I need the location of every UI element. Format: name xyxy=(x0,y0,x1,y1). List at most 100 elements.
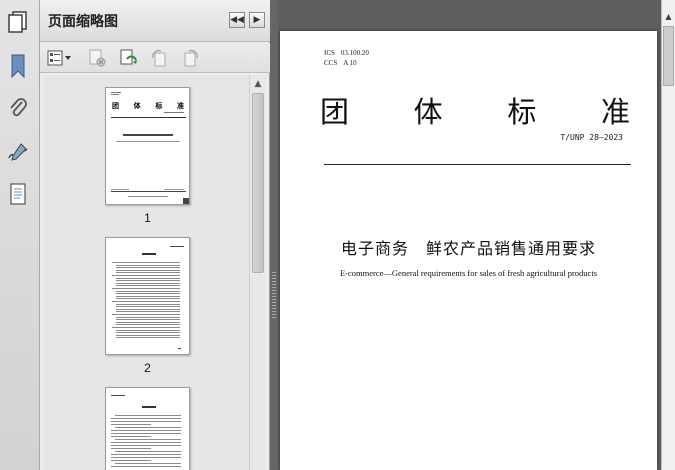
title-divider xyxy=(324,164,631,165)
toc-line xyxy=(116,280,180,282)
toc-line xyxy=(116,332,180,334)
thumbnail-list: 团体标准 1 2 xyxy=(44,75,249,470)
options-list-icon xyxy=(47,50,71,66)
toc-line xyxy=(116,329,180,331)
preface-line xyxy=(115,463,181,464)
layers-icon[interactable] xyxy=(5,180,31,208)
ccs-code: CCS A 10 xyxy=(324,59,357,67)
toc-line xyxy=(116,290,180,292)
preface-line xyxy=(115,427,181,428)
document-view: ICS 03.100.20 CCS A 10 团 体 标 准 T/UNP 28—20… xyxy=(278,0,675,470)
preface-line xyxy=(115,451,181,452)
toc-line xyxy=(112,314,180,315)
toc-line xyxy=(112,301,180,302)
thumb-heading: 团体标准 xyxy=(112,101,184,110)
document-scrollbar-thumb[interactable] xyxy=(663,26,674,86)
thumbnail-toolbar xyxy=(40,43,270,73)
insert-page-button[interactable] xyxy=(118,47,140,69)
rotate-left-button[interactable] xyxy=(148,47,170,69)
preface-line xyxy=(111,460,151,461)
document-title-cn: 电子商务 鲜农产品销售通用要求 xyxy=(340,239,596,258)
rotate-right-icon xyxy=(184,49,198,67)
preface-line xyxy=(111,448,151,449)
navigation-icon-bar xyxy=(0,0,40,470)
toc-line xyxy=(116,267,180,269)
insert-page-icon xyxy=(120,49,137,65)
toc-line xyxy=(116,319,180,321)
title-char: 标 xyxy=(507,95,537,129)
rotate-right-button[interactable] xyxy=(180,47,202,69)
ics-code: ICS 03.100.20 xyxy=(324,49,369,57)
title-char: 准 xyxy=(600,95,630,129)
signature-icon[interactable] xyxy=(5,138,31,166)
thumbnail-scrollbar[interactable]: ▲ xyxy=(249,75,266,470)
toc-line xyxy=(116,334,180,336)
preface-line xyxy=(111,466,181,467)
scroll-up-icon[interactable]: ▲ xyxy=(662,10,675,22)
preface-line xyxy=(111,433,181,434)
title-char: 体 xyxy=(413,95,443,129)
ics-label: ICS xyxy=(324,49,335,57)
thumbnail-label-2: 2 xyxy=(144,361,151,375)
document-title-en: E-commerce—General requirements for sale… xyxy=(339,268,598,278)
preface-line xyxy=(111,430,181,431)
toc-line xyxy=(112,288,180,289)
rotate-left-icon xyxy=(152,49,166,67)
resize-handle[interactable] xyxy=(183,198,189,204)
delete-page-button[interactable] xyxy=(86,47,108,69)
splitter-grip[interactable] xyxy=(272,272,276,320)
scrollbar-thumb[interactable] xyxy=(252,93,264,273)
toc-line xyxy=(116,264,180,266)
toc-line xyxy=(116,306,180,308)
document-scrollbar[interactable]: ▲ xyxy=(661,0,675,470)
standard-type-title: 团 体 标 准 xyxy=(320,89,630,131)
pages-icon[interactable] xyxy=(5,8,31,36)
document-page: ICS 03.100.20 CCS A 10 团 体 标 准 T/UNP 28—20… xyxy=(280,31,657,470)
toc-line xyxy=(116,303,180,305)
ccs-label: CCS xyxy=(324,59,338,67)
panel-header: 页面缩略图 ◀◀ ▶ xyxy=(40,0,270,42)
options-menu-button[interactable] xyxy=(46,47,74,69)
toc-line xyxy=(116,282,180,284)
toc-line xyxy=(112,275,180,276)
ccs-value: A 10 xyxy=(343,59,357,67)
scroll-up-icon[interactable]: ▲ xyxy=(250,76,266,92)
page-thumbnail-3[interactable] xyxy=(105,387,190,470)
preface-line xyxy=(111,442,181,443)
toc-line xyxy=(116,308,180,310)
attachment-icon[interactable] xyxy=(5,95,31,123)
panel-splitter[interactable] xyxy=(270,0,278,470)
bookmark-icon[interactable] xyxy=(5,52,31,80)
preface-line xyxy=(115,439,181,440)
toc-line xyxy=(116,321,180,323)
expand-panel-button[interactable]: ▶ xyxy=(249,12,265,28)
toc-line xyxy=(116,316,180,318)
delete-page-icon xyxy=(89,49,106,67)
standard-number: T/UNP 28—2023 xyxy=(560,133,623,142)
toc-line xyxy=(116,324,180,326)
preface-line xyxy=(111,445,181,446)
collapse-panel-button[interactable]: ◀◀ xyxy=(229,12,245,28)
preface-line xyxy=(111,418,181,419)
chevron-right-icon: ▶ xyxy=(253,15,261,25)
ics-value: 03.100.20 xyxy=(340,49,369,57)
double-chevron-left-icon: ◀◀ xyxy=(230,15,244,25)
preface-line xyxy=(111,454,181,455)
page-thumbnails-panel: 页面缩略图 ◀◀ ▶ 团 体 标 准 1 2 ▲ xyxy=(40,0,270,470)
toc-line xyxy=(112,262,180,263)
panel-title: 页面缩略图 xyxy=(48,14,118,30)
toc-line xyxy=(116,311,180,313)
preface-line xyxy=(111,421,181,422)
preface-line xyxy=(111,436,151,437)
preface-line xyxy=(115,415,181,416)
pdf-viewer: 页面缩略图 ◀◀ ▶ 团 体 标 准 1 2 ▲ ICS 03.100.20 C… xyxy=(0,0,675,470)
page-thumbnail-1[interactable]: 团体标准 xyxy=(105,87,190,205)
toc-line xyxy=(116,337,180,339)
title-char: 团 xyxy=(320,95,350,129)
toc-line xyxy=(116,277,180,279)
page-thumbnail-2[interactable] xyxy=(105,237,190,355)
toc-line xyxy=(116,293,180,295)
toc-line xyxy=(116,272,180,274)
preface-line xyxy=(111,457,181,458)
toc-line xyxy=(116,285,180,287)
